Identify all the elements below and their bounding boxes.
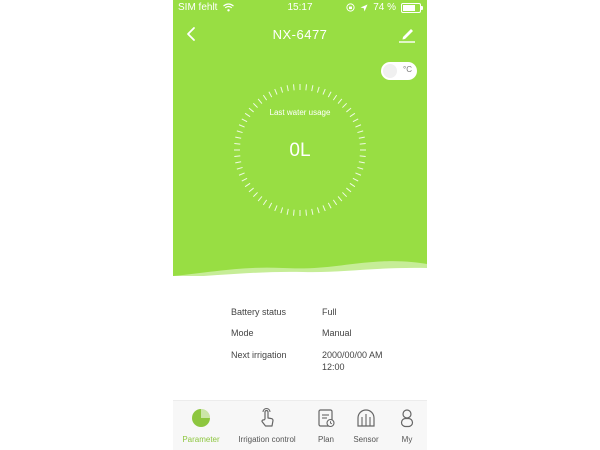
tab-sensor[interactable]: Sensor [349,401,383,450]
info-key: Next irrigation [231,350,287,360]
gauge-tick [355,172,362,176]
gauge-tick [311,208,314,215]
user-icon [400,409,414,428]
gauge-tick [357,166,364,170]
gauge-tick [355,124,362,128]
tab-label: Plan [317,435,334,444]
gauge-tick [286,85,289,92]
tab-plan[interactable]: Plan [309,401,343,450]
edit-pencil-icon[interactable] [395,22,419,46]
bottom-tab-bar: Parameter Irrigation control Plan Sensor… [173,400,427,450]
gauge-tick [268,202,273,209]
gauge-tick [352,177,359,182]
info-value: Manual [322,328,352,338]
gauge-tick [316,207,320,214]
battery-icon [401,2,423,13]
gauge-tick [274,205,278,212]
gauge-tick [293,209,295,216]
tab-label: My [401,435,413,444]
info-key: Mode [231,328,254,338]
gauge-tick [337,98,343,104]
gauge-tick [241,177,248,182]
gauge-tick [352,118,359,123]
gauge-tick [327,202,332,209]
gauge-tick [332,94,338,101]
toggle-knob [383,64,397,78]
gauge-tick [322,88,326,95]
gauge-tick [358,136,365,139]
tab-irrigation-control[interactable]: Irrigation control [229,401,305,450]
gauge-tick [244,182,251,188]
gauge-tick [252,192,258,198]
gauge-tick [316,86,320,93]
app-screen: SIM fehlt 15:17 74 % NX-6477 °C Last wat… [173,0,427,450]
gauge-tick [241,118,248,123]
tab-my[interactable]: My [391,401,423,450]
location-icon [360,4,368,11]
info-value: Full [322,307,337,317]
temperature-unit-toggle[interactable]: °C [381,62,417,80]
pie-chart-icon [192,409,210,427]
gauge-tick [346,187,352,193]
gauge-tick [322,205,326,212]
gauge-tick [248,187,254,193]
page-title: NX-6477 [272,27,328,42]
gauge-tick [257,196,263,202]
gauge-tick [280,207,284,214]
gauge-tick [327,91,332,98]
gauge-tick [293,84,295,91]
tab-label: Sensor [353,435,379,444]
gauge-value: 0L [289,140,311,161]
nav-bar: NX-6477 [173,20,427,48]
gauge-tick [238,172,245,176]
gauge-tick [349,182,356,188]
temperature-unit-label: °C [403,65,412,74]
gauge-tick [236,130,243,134]
gauge-tick [268,91,273,98]
gauge-tick [311,85,314,92]
touch-hand-icon [261,408,274,427]
tab-label: Parameter [182,435,220,444]
hero-panel: SIM fehlt 15:17 74 % NX-6477 °C Last wat… [173,0,427,280]
wave-decoration [173,261,427,280]
gauge-tick [342,102,348,108]
gauge-tick [252,102,258,108]
gauge-label: Last water usage [269,108,331,117]
status-bar: SIM fehlt 15:17 74 % [173,0,427,16]
gauge-tick [305,209,307,216]
tab-parameter[interactable]: Parameter [173,401,229,450]
gauge-tick [280,86,284,93]
gauge-tick [332,199,338,206]
gauge-tick [236,166,243,170]
gauge-tick [257,98,263,104]
plan-list-icon [318,409,335,428]
info-value: 2000/00/00 AM 12:00 [322,350,383,372]
gauge-tick [238,124,245,128]
sensor-icon [357,409,375,427]
gauge-tick [337,196,343,202]
battery-percent: 74 % [373,2,396,13]
gauge-tick [262,94,268,101]
tab-label: Irrigation control [238,435,296,444]
gauge-tick [235,136,242,139]
gauge-tick [286,208,289,215]
gauge-tick [342,192,348,198]
info-key: Battery status [231,307,287,317]
gauge-tick [305,84,307,91]
rotation-lock-icon [346,3,355,12]
gauge-tick [357,130,364,134]
gauge-tick [274,88,278,95]
gauge-tick [262,199,268,206]
